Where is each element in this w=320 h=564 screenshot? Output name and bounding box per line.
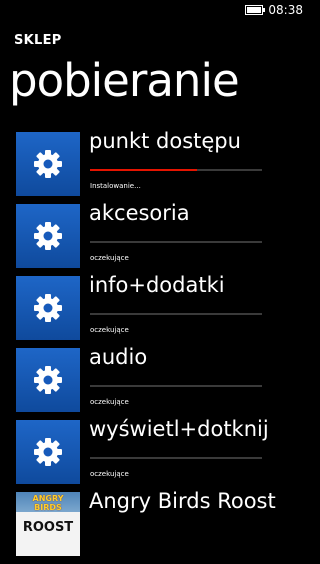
progress-bar — [90, 169, 262, 171]
app-name: akcesoria — [89, 201, 190, 225]
app-tile — [16, 276, 80, 340]
status-text: Instalowanie... — [90, 182, 141, 190]
app-tile — [16, 420, 80, 484]
status-text: oczekujące — [90, 398, 129, 406]
queue-item-audio[interactable]: audio oczekujące — [0, 345, 310, 420]
app-name: info+dodatki — [89, 273, 225, 297]
progress-fill — [90, 169, 197, 171]
queue-item-akcesoria[interactable]: akcesoria oczekujące — [0, 201, 310, 276]
progress-bar — [90, 313, 262, 315]
clock: 08:38 — [268, 3, 303, 17]
thumbnail-logo-text: ANGRY BIRDS — [32, 494, 64, 512]
app-name: Angry Birds Roost — [89, 489, 276, 513]
gear-icon — [34, 366, 62, 394]
gear-icon — [34, 150, 62, 178]
queue-item-punkt-dostepu[interactable]: punkt dostępu Instalowanie... — [0, 129, 310, 204]
gear-icon — [34, 438, 62, 466]
app-tile — [16, 204, 80, 268]
status-text: oczekujące — [90, 326, 129, 334]
app-title: SKLEP — [14, 33, 62, 48]
gear-icon — [34, 222, 62, 250]
status-text: oczekujące — [90, 254, 129, 262]
queue-item-info-dodatki[interactable]: info+dodatki oczekujące — [0, 273, 310, 348]
angry-birds-thumbnail: ROOST ANGRY BIRDS — [16, 492, 80, 556]
battery-icon — [245, 5, 265, 15]
app-name: punkt dostępu — [89, 129, 241, 153]
page-title: pobieranie — [9, 54, 240, 107]
thumbnail-roost-text: ROOST — [22, 520, 74, 535]
queue-item-angry-birds-roost[interactable]: ROOST ANGRY BIRDS Angry Birds Roost — [0, 489, 310, 564]
app-tile — [16, 348, 80, 412]
app-name: audio — [89, 345, 148, 369]
queue-item-wyswietl-dotknij[interactable]: wyświetl+dotknij oczekujące — [0, 417, 310, 492]
progress-bar — [90, 385, 262, 387]
app-tile — [16, 132, 80, 196]
status-text: oczekujące — [90, 470, 129, 478]
app-name: wyświetl+dotknij — [89, 417, 269, 441]
status-bar: 08:38 — [0, 0, 310, 22]
gear-icon — [34, 294, 62, 322]
progress-bar — [90, 241, 262, 243]
progress-bar — [90, 457, 262, 459]
